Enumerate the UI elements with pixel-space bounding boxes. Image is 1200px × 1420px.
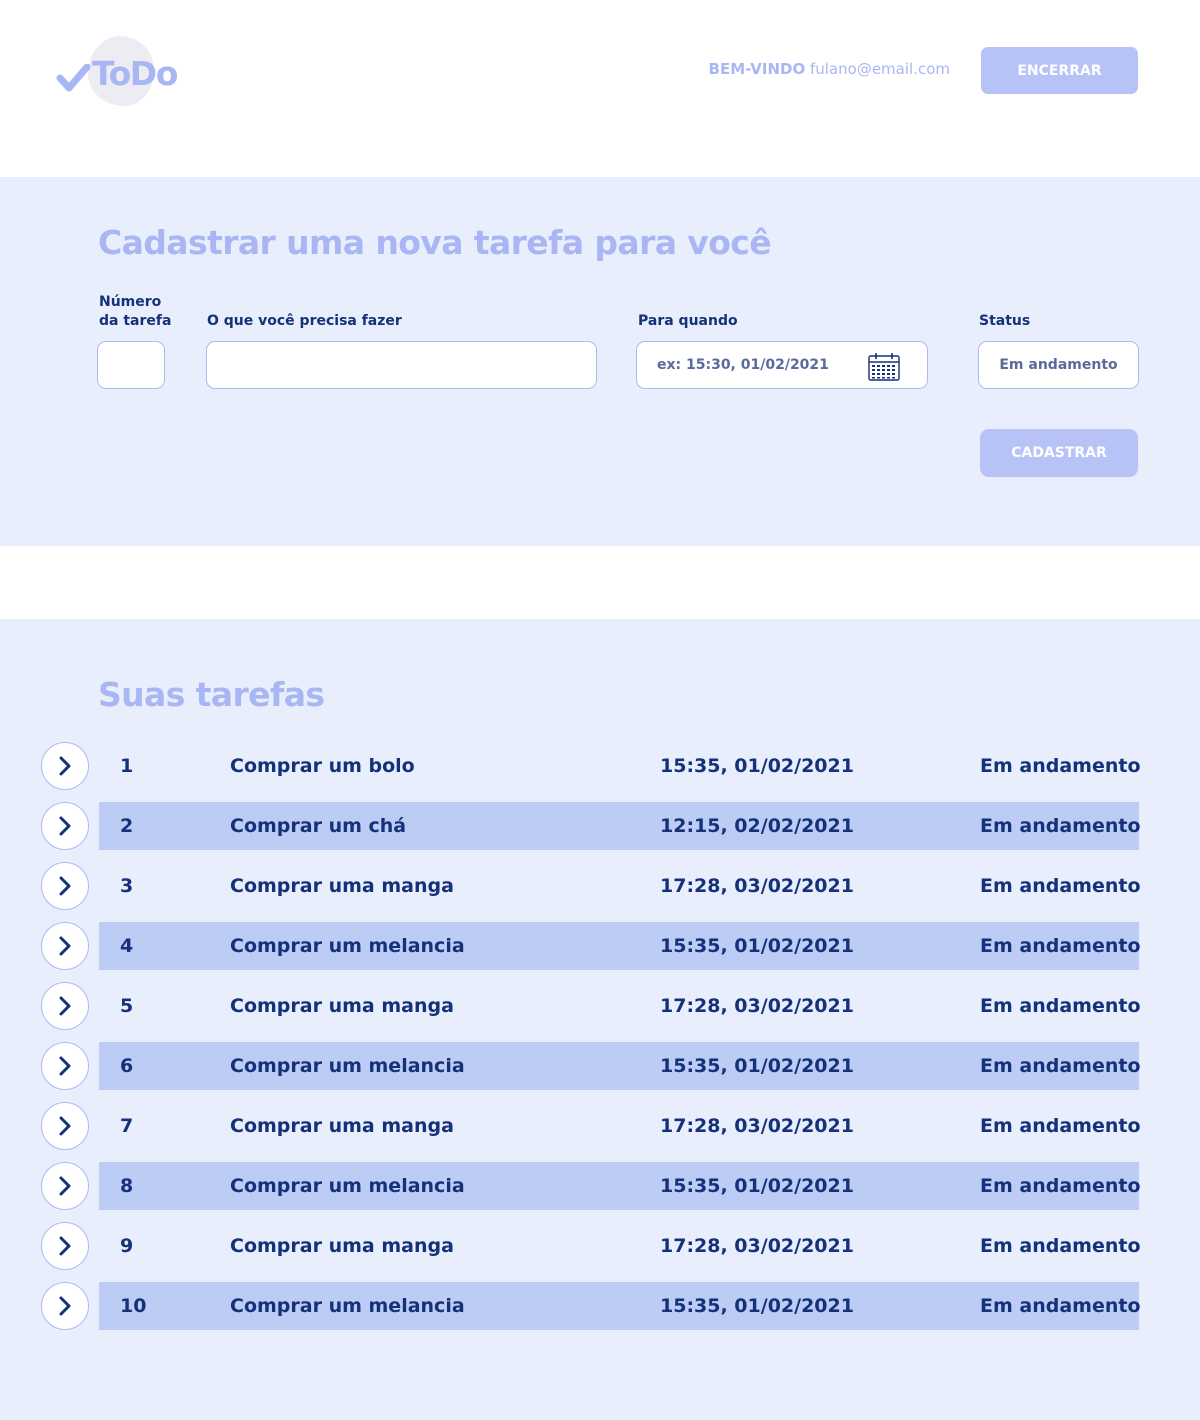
- task-description: Comprar um melancia: [230, 1175, 465, 1197]
- task-row[interactable]: 5 Comprar uma manga 17:28, 03/02/2021 Em…: [0, 982, 1200, 1042]
- task-number: 2: [120, 815, 134, 837]
- task-number: 4: [120, 935, 134, 957]
- task-status: Em andamento: [980, 1055, 1141, 1077]
- chevron-right-icon: [59, 1056, 71, 1076]
- task-description: Comprar um bolo: [230, 755, 415, 777]
- task-due-date: 17:28, 03/02/2021: [660, 875, 854, 897]
- logo-text: ToDo: [92, 54, 178, 93]
- user-email: fulano@email.com: [809, 60, 950, 78]
- task-due-date: 15:35, 01/02/2021: [660, 1055, 854, 1077]
- task-number: 10: [120, 1295, 147, 1317]
- task-status: Em andamento: [980, 755, 1141, 777]
- task-row[interactable]: 2 Comprar um chá 12:15, 02/02/2021 Em an…: [0, 802, 1200, 862]
- welcome-message: BEM-VINDO fulano@email.com: [709, 60, 950, 78]
- task-description: Comprar um chá: [230, 815, 407, 837]
- task-number: 8: [120, 1175, 134, 1197]
- task-description-input[interactable]: [206, 341, 597, 389]
- task-number: 3: [120, 875, 134, 897]
- task-due-date: 17:28, 03/02/2021: [660, 1235, 854, 1257]
- task-number: 5: [120, 995, 134, 1017]
- status-select[interactable]: Em andamento: [978, 341, 1139, 389]
- task-list: 1 Comprar um bolo 15:35, 01/02/2021 Em a…: [0, 742, 1200, 1342]
- task-row[interactable]: 6 Comprar um melancia 15:35, 01/02/2021 …: [0, 1042, 1200, 1102]
- task-due-date: 15:35, 01/02/2021: [660, 1295, 854, 1317]
- task-number: 1: [120, 755, 134, 777]
- task-number-label: Número da tarefa: [99, 293, 171, 331]
- task-number-input[interactable]: [97, 341, 165, 389]
- task-description: Comprar uma manga: [230, 1115, 454, 1137]
- task-due-date: 15:35, 01/02/2021: [660, 935, 854, 957]
- due-date-label: Para quando: [638, 313, 738, 329]
- task-number: 9: [120, 1235, 134, 1257]
- chevron-right-icon: [59, 1296, 71, 1316]
- todo-logo[interactable]: ToDo: [56, 34, 196, 108]
- logout-button[interactable]: ENCERRAR: [981, 47, 1138, 94]
- chevron-right-icon: [59, 936, 71, 956]
- task-description-label: O que você precisa fazer: [207, 313, 402, 329]
- welcome-label: BEM-VINDO: [708, 60, 806, 78]
- task-due-date: 12:15, 02/02/2021: [660, 815, 854, 837]
- task-due-date: 15:35, 01/02/2021: [660, 1175, 854, 1197]
- task-number-label-line1: Número: [99, 294, 162, 310]
- chevron-right-icon: [59, 1176, 71, 1196]
- task-row[interactable]: 9 Comprar uma manga 17:28, 03/02/2021 Em…: [0, 1222, 1200, 1282]
- chevron-right-icon: [59, 876, 71, 896]
- task-status: Em andamento: [980, 875, 1141, 897]
- task-description: Comprar uma manga: [230, 1235, 454, 1257]
- task-status: Em andamento: [980, 815, 1141, 837]
- task-description: Comprar um melancia: [230, 935, 465, 957]
- chevron-right-icon: [59, 996, 71, 1016]
- expand-task-button[interactable]: [41, 1222, 89, 1270]
- expand-task-button[interactable]: [41, 802, 89, 850]
- expand-task-button[interactable]: [41, 862, 89, 910]
- calendar-icon[interactable]: [868, 353, 900, 381]
- expand-task-button[interactable]: [41, 1042, 89, 1090]
- task-description: Comprar um melancia: [230, 1295, 465, 1317]
- task-number: 6: [120, 1055, 134, 1077]
- task-description: Comprar uma manga: [230, 995, 454, 1017]
- tasks-title: Suas tarefas: [98, 675, 325, 714]
- task-status: Em andamento: [980, 1175, 1141, 1197]
- task-row[interactable]: 4 Comprar um melancia 15:35, 01/02/2021 …: [0, 922, 1200, 982]
- task-row[interactable]: 3 Comprar uma manga 17:28, 03/02/2021 Em…: [0, 862, 1200, 922]
- expand-task-button[interactable]: [41, 1102, 89, 1150]
- expand-task-button[interactable]: [41, 922, 89, 970]
- task-number: 7: [120, 1115, 134, 1137]
- submit-task-button[interactable]: CADASTRAR: [980, 429, 1138, 477]
- task-row[interactable]: 1 Comprar um bolo 15:35, 01/02/2021 Em a…: [0, 742, 1200, 802]
- expand-task-button[interactable]: [41, 742, 89, 790]
- header: ToDo BEM-VINDO fulano@email.com ENCERRAR: [0, 0, 1200, 177]
- task-status: Em andamento: [980, 1115, 1141, 1137]
- task-status: Em andamento: [980, 935, 1141, 957]
- status-label: Status: [979, 313, 1031, 329]
- expand-task-button[interactable]: [41, 982, 89, 1030]
- chevron-right-icon: [59, 756, 71, 776]
- task-number-label-line2: da tarefa: [99, 313, 172, 329]
- task-status: Em andamento: [980, 995, 1141, 1017]
- expand-task-button[interactable]: [41, 1282, 89, 1330]
- task-description: Comprar uma manga: [230, 875, 454, 897]
- form-title: Cadastrar uma nova tarefa para você: [98, 223, 772, 262]
- task-row[interactable]: 8 Comprar um melancia 15:35, 01/02/2021 …: [0, 1162, 1200, 1222]
- chevron-right-icon: [59, 1236, 71, 1256]
- task-status: Em andamento: [980, 1295, 1141, 1317]
- task-row[interactable]: 10 Comprar um melancia 15:35, 01/02/2021…: [0, 1282, 1200, 1342]
- chevron-right-icon: [59, 816, 71, 836]
- task-due-date: 17:28, 03/02/2021: [660, 1115, 854, 1137]
- task-status: Em andamento: [980, 1235, 1141, 1257]
- check-icon: [56, 64, 91, 92]
- tasks-section: Suas tarefas 1 Comprar um bolo 15:35, 01…: [0, 619, 1200, 1420]
- task-due-date: 15:35, 01/02/2021: [660, 755, 854, 777]
- chevron-right-icon: [59, 1116, 71, 1136]
- task-row[interactable]: 7 Comprar uma manga 17:28, 03/02/2021 Em…: [0, 1102, 1200, 1162]
- new-task-form: Cadastrar uma nova tarefa para você Núme…: [0, 177, 1200, 546]
- task-due-date: 17:28, 03/02/2021: [660, 995, 854, 1017]
- expand-task-button[interactable]: [41, 1162, 89, 1210]
- task-description: Comprar um melancia: [230, 1055, 465, 1077]
